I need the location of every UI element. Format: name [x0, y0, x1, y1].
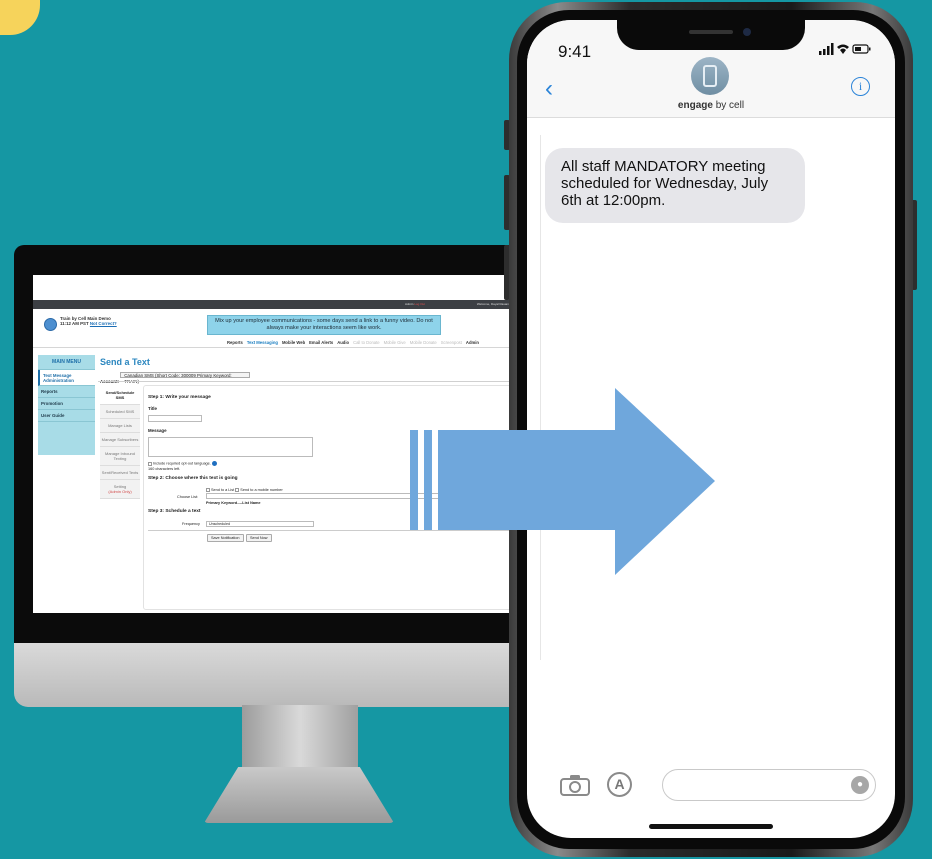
brand-block: Train by Cell Main Demo 11:12 AM PST Not… — [60, 316, 117, 327]
phone-notch — [617, 20, 805, 50]
contact-name-rest: by cell — [712, 100, 745, 111]
contact-avatar[interactable] — [691, 57, 729, 95]
choose-list-label: Choose List: — [177, 495, 199, 499]
main-menu-title: MAIN MENU — [38, 355, 95, 370]
nav-tab-mobile-web[interactable]: Mobile Web — [282, 340, 305, 345]
brand-logo-icon — [44, 318, 57, 331]
status-icons — [819, 43, 871, 58]
imessage-input[interactable]: ● — [662, 769, 876, 801]
list-header: Primary Keyword----List Name — [206, 501, 261, 505]
subnav-sent-received[interactable]: Sent/Received Texts — [100, 466, 140, 480]
nav-tab-mobile-donate[interactable]: Mobile Donate — [410, 340, 437, 345]
nav-tab-call-to-donate[interactable]: Call to Donate — [353, 340, 380, 345]
subnav-manage-lists[interactable]: Manage Lists — [100, 419, 140, 433]
monitor-neck — [242, 705, 358, 775]
not-correct-link[interactable]: Not Correct? — [90, 321, 117, 326]
subnav-setting[interactable]: Setting (Admin Only) — [100, 480, 140, 499]
info-icon[interactable]: i — [851, 77, 870, 96]
main-nav-tabs: Reports Text Messaging Mobile Web Email Ale… — [227, 340, 483, 345]
back-chevron-icon[interactable]: ‹ — [545, 75, 553, 103]
subnav-send-schedule[interactable]: Send/Schedule SMS — [100, 386, 140, 405]
camera-icon[interactable] — [560, 774, 590, 796]
corner-decoration — [0, 0, 40, 35]
home-indicator[interactable] — [649, 824, 773, 829]
optout-label: Include required opt-out language. — [153, 461, 211, 466]
page-title: Send a Text — [100, 357, 150, 367]
optout-checkbox[interactable] — [148, 461, 152, 466]
title-label: Title — [148, 406, 157, 411]
step3-heading: Step 3: Schedule a text — [148, 509, 201, 514]
help-icon[interactable] — [211, 461, 217, 466]
sidebar-item-user-guide[interactable]: User Guide — [38, 410, 95, 422]
account-divider — [98, 381, 518, 382]
message-input-bar: A ● — [527, 760, 895, 810]
account-select[interactable]: Canadian SMS (Short Code: 300009 Primary… — [120, 372, 251, 384]
nav-tab-mobile-give[interactable]: Mobile Give — [384, 340, 406, 345]
admin-topbar: Admin Log Out Welcome, Dayal Rasam — [33, 300, 523, 309]
step1-heading: Step 1: Write your message — [148, 395, 211, 400]
sidebar-item-promotion[interactable]: Promotion — [38, 398, 95, 410]
message-label: Message — [148, 428, 167, 433]
nav-tab-reports[interactable]: Reports — [227, 340, 243, 345]
send-number-radio[interactable] — [235, 488, 240, 492]
microphone-icon[interactable]: ● — [851, 776, 869, 794]
contact-name[interactable]: engage by cell — [527, 100, 895, 111]
earpiece-speaker — [689, 30, 733, 34]
right-arrow-icon — [410, 388, 715, 575]
promo-banner: Mix up your employee communications - so… — [207, 315, 441, 335]
phone-glyph-icon — [703, 65, 717, 87]
optout-row: Include required opt-out language. — [148, 461, 217, 466]
nav-tab-text-messaging[interactable]: Text Messaging — [247, 340, 278, 345]
app-store-icon[interactable]: A — [607, 772, 632, 797]
account-row: Account: Canadian SMS (Short Code: 30000… — [100, 372, 251, 384]
subnav-scheduled-sms[interactable]: Scheduled SMS — [100, 405, 140, 419]
subnav-manage-subscribers[interactable]: Manage Subscribers — [100, 433, 140, 447]
subnav-inbound-texting[interactable]: Manage Inbound Texting — [100, 447, 140, 466]
main-menu-sidebar: MAIN MENU Text Message Administration Re… — [38, 355, 95, 455]
message-textarea[interactable] — [148, 437, 313, 457]
monitor-stand — [204, 705, 394, 823]
status-time: 9:41 — [558, 42, 592, 61]
frequency-select[interactable]: Unscheduled — [206, 521, 314, 527]
nav-tab-screenpost[interactable]: Screenpost — [441, 340, 462, 345]
send-now-button[interactable]: Send Now — [246, 534, 272, 542]
sidebar-item-reports[interactable]: Reports — [38, 386, 95, 398]
subnav-admin-only: (Admin Only) — [108, 489, 132, 494]
nav-divider — [33, 347, 523, 348]
step2-heading: Step 2: Choose where this text is going — [148, 476, 238, 481]
signal-wifi-battery-icon — [819, 43, 871, 55]
title-input[interactable] — [148, 415, 202, 422]
send-list-label: Send to a List — [211, 488, 235, 492]
send-list-radio[interactable] — [206, 488, 210, 492]
nav-tab-audio[interactable]: Audio — [337, 340, 349, 345]
chars-left: 160 characters left. — [148, 467, 181, 471]
front-camera — [743, 28, 751, 36]
sidebar-item-text-admin[interactable]: Text Message Administration — [38, 370, 95, 386]
incoming-message-bubble[interactable]: All staff MANDATORY meeting scheduled fo… — [545, 148, 805, 223]
recipient-type-row: Send to a List Send to a mobile number — [206, 488, 283, 492]
admin-label[interactable]: Admin Log Out — [405, 302, 425, 306]
monitor-foot — [204, 767, 394, 823]
nav-tab-email-alerts[interactable]: Email Alerts — [309, 340, 333, 345]
monitor-chin — [14, 643, 534, 707]
send-number-label: Send to a mobile number — [240, 488, 283, 492]
contact-name-bold: engage — [677, 100, 713, 111]
nav-tab-admin[interactable]: Admin — [466, 340, 479, 345]
admin-text: Admin — [404, 302, 414, 306]
text-subnav: Send/Schedule SMS Scheduled SMS Manage L… — [100, 386, 140, 499]
logout-link[interactable]: Log Out — [414, 302, 425, 306]
brand-time: 11:12 AM PST — [60, 321, 89, 327]
frequency-label: Frequency — [182, 522, 200, 526]
save-notification-button[interactable]: Save Notification — [207, 534, 244, 542]
